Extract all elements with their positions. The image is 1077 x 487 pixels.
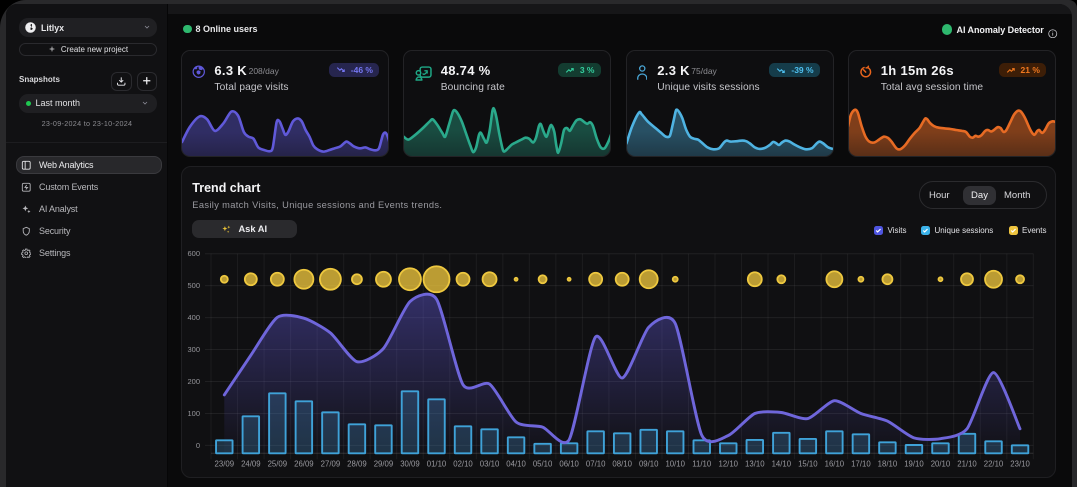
svg-text:06/10: 06/10 bbox=[559, 459, 579, 468]
svg-text:500: 500 bbox=[187, 281, 200, 290]
svg-text:05/10: 05/10 bbox=[533, 459, 553, 468]
svg-text:08/10: 08/10 bbox=[612, 459, 632, 468]
svg-text:07/10: 07/10 bbox=[586, 459, 606, 468]
svg-text:20/10: 20/10 bbox=[931, 459, 951, 468]
svg-text:09/10: 09/10 bbox=[639, 459, 659, 468]
svg-text:18/10: 18/10 bbox=[878, 459, 898, 468]
svg-text:22/10: 22/10 bbox=[984, 459, 1004, 468]
svg-text:24/09: 24/09 bbox=[241, 459, 261, 468]
svg-text:02/10: 02/10 bbox=[453, 459, 473, 468]
svg-text:15/10: 15/10 bbox=[798, 459, 818, 468]
svg-text:27/09: 27/09 bbox=[321, 459, 341, 468]
svg-text:01/10: 01/10 bbox=[427, 459, 447, 468]
svg-text:13/10: 13/10 bbox=[745, 459, 765, 468]
svg-text:28/09: 28/09 bbox=[347, 459, 367, 468]
svg-text:29/09: 29/09 bbox=[374, 459, 394, 468]
svg-text:600: 600 bbox=[187, 249, 200, 258]
svg-text:200: 200 bbox=[187, 377, 200, 386]
svg-text:03/10: 03/10 bbox=[480, 459, 500, 468]
svg-text:21/10: 21/10 bbox=[957, 459, 977, 468]
svg-text:17/10: 17/10 bbox=[851, 459, 871, 468]
svg-text:25/09: 25/09 bbox=[268, 459, 288, 468]
svg-text:10/10: 10/10 bbox=[665, 459, 685, 468]
svg-text:04/10: 04/10 bbox=[506, 459, 526, 468]
svg-text:23/09: 23/09 bbox=[215, 459, 235, 468]
svg-text:400: 400 bbox=[187, 313, 200, 322]
svg-text:0: 0 bbox=[196, 441, 200, 450]
svg-text:26/09: 26/09 bbox=[294, 459, 314, 468]
svg-text:300: 300 bbox=[187, 345, 200, 354]
svg-text:16/10: 16/10 bbox=[825, 459, 845, 468]
svg-text:100: 100 bbox=[187, 409, 200, 418]
svg-text:11/10: 11/10 bbox=[692, 459, 712, 468]
svg-text:30/09: 30/09 bbox=[400, 459, 420, 468]
svg-text:23/10: 23/10 bbox=[1010, 459, 1030, 468]
svg-text:19/10: 19/10 bbox=[904, 459, 924, 468]
svg-text:14/10: 14/10 bbox=[772, 459, 792, 468]
svg-text:12/10: 12/10 bbox=[719, 459, 739, 468]
